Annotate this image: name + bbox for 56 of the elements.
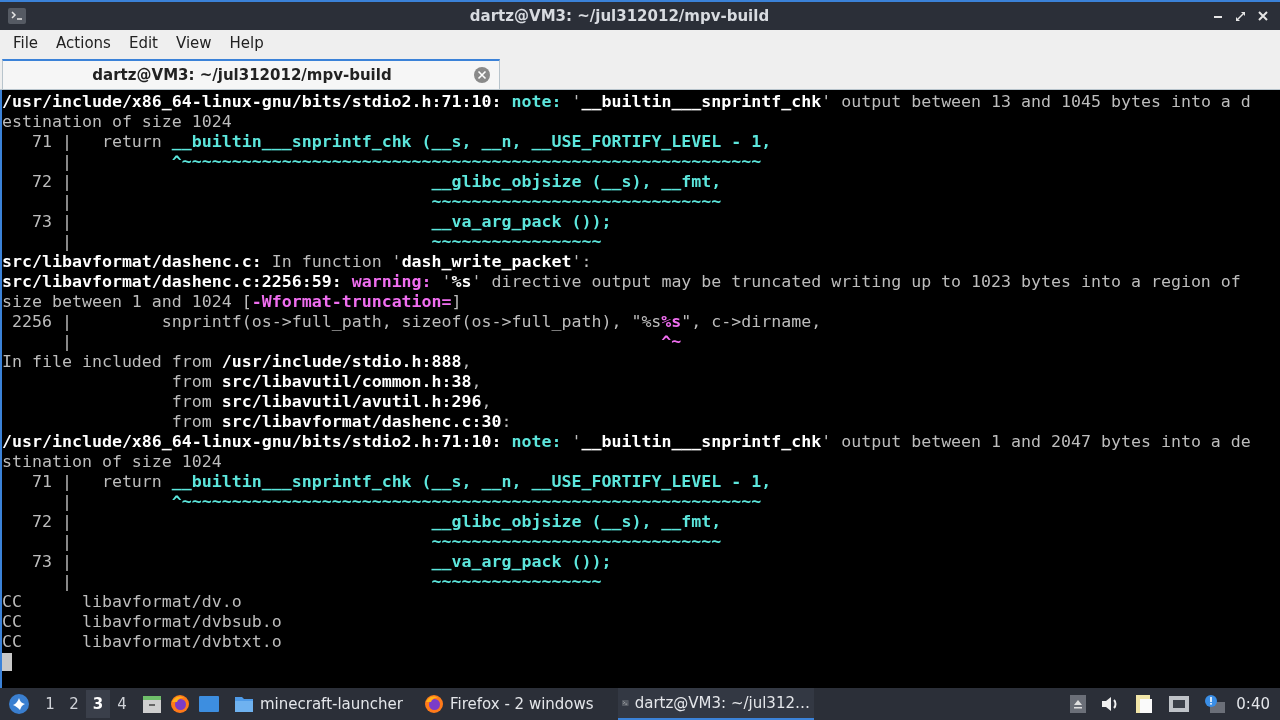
terminal-line: CC libavformat/dvbsub.o (2, 612, 282, 632)
terminal-line: from src/libavformat/dashenc.c:30: (170, 412, 512, 432)
terminal-line: src/libavformat/dashenc.c:2256:59: warning: '%s' directive output may be truncated writing up to 1023 bytes into a region of (2, 272, 1241, 292)
terminal-line: /usr/include/x86_64-linux-gnu/bits/stdio2.h:71:10: note: '__builtin___snprintf_chk' output between 13 and 1045 bytes into a d (2, 92, 1251, 112)
terminal-line: | ^~~~~~~~~~~~~~~~~~~~~~~~~~~~~~~~~~~~~~~~~~~~~~~~~~~~~~~~~~~ (60, 152, 762, 172)
file-cabinet-icon[interactable] (142, 694, 162, 714)
folder-icon (234, 695, 254, 713)
menu-item[interactable]: Actions (47, 31, 120, 55)
desktop-icon[interactable] (198, 695, 220, 713)
clock: 0:40 (1235, 693, 1271, 715)
firefox-icon[interactable] (170, 694, 190, 714)
terminal-line: In file included from /usr/include/stdio.h:888, (2, 352, 472, 372)
clipboard-icon[interactable] (1134, 693, 1155, 715)
menu-item[interactable]: File (4, 31, 48, 55)
terminal-line: stination of size 1024 (2, 452, 222, 472)
menu-item[interactable]: Edit (119, 31, 167, 55)
taskbar-button[interactable]: Firefox - 2 windows (420, 688, 618, 720)
terminal-line: CC libavformat/dvbtxt.o (2, 632, 282, 652)
terminal-icon (8, 8, 26, 24)
menu-item[interactable]: Help (220, 31, 273, 55)
terminal-line: estination of size 1024 (2, 112, 232, 132)
window-title: dartz@VM3: ~/jul312012/mpv-build (469, 5, 770, 27)
terminal-line: | ~~~~~~~~~~~~~~~~~ (60, 572, 602, 592)
terminal-line: 72 | __glibc_objsize (__s), __fmt, (30, 512, 722, 532)
workspace-button[interactable]: 2 (62, 690, 86, 718)
terminal-line: CC libavformat/dv.o (2, 592, 242, 612)
terminal-line: size between 1 and 1024 [-Wformat-truncation=] (2, 292, 462, 312)
workspace-button[interactable]: 1 (38, 690, 62, 718)
terminal-line: 72 | __glibc_objsize (__s), __fmt, (30, 172, 722, 192)
notification-icon[interactable] (1204, 694, 1227, 714)
terminal-line: | ~~~~~~~~~~~~~~~~~~~~~~~~~~~~~ (60, 192, 722, 212)
terminal-line: 2256 | snprintf(os->full_path, sizeof(os->full_path), "%s%s", c->dirname, (11, 312, 822, 332)
start-menu-icon[interactable] (8, 693, 30, 715)
workspace-button[interactable]: 3 (86, 690, 110, 718)
taskbar-button[interactable]: minecraft-launcher (230, 688, 420, 720)
terminal-line: | ^~~~~~~~~~~~~~~~~~~~~~~~~~~~~~~~~~~~~~~~~~~~~~~~~~~~~~~~~~~ (60, 492, 762, 512)
terminal-line: /usr/include/x86_64-linux-gnu/bits/stdio2.h:71:10: note: '__builtin___snprintf_chk' output between 1 and 2047 bytes into a de (2, 432, 1251, 452)
terminal-line: 73 | __va_arg_pack ()); (30, 552, 612, 572)
terminal-line: 71 | return __builtin___snprintf_chk (__s, __n, __USE_FORTIFY_LEVEL - 1, (30, 472, 772, 492)
terminal-line: | ^~ (60, 332, 682, 352)
taskbar-button[interactable]: dartz@VM3: ~/jul312… (618, 688, 814, 720)
terminal-line: | ~~~~~~~~~~~~~~~~~ (60, 232, 602, 252)
eject-icon[interactable] (1070, 695, 1087, 713)
firefox-icon (424, 694, 444, 714)
menu-item[interactable]: View (166, 31, 221, 55)
terminal-line: 71 | return __builtin___snprintf_chk (__s, __n, __USE_FORTIFY_LEVEL - 1, (30, 132, 772, 152)
terminal-tab[interactable]: dartz@VM3: ~/jul312012/mpv-build (2, 59, 500, 89)
terminal-line: src/libavformat/dashenc.c: In function 'dash_write_packet': (2, 252, 592, 272)
close-icon[interactable] (1258, 11, 1268, 21)
terminal-line: from src/libavutil/common.h:38, (170, 372, 482, 392)
network-icon[interactable] (1168, 695, 1191, 713)
terminal-line: from src/libavutil/avutil.h:296, (170, 392, 492, 412)
terminal-line: | ~~~~~~~~~~~~~~~~~~~~~~~~~~~~~ (60, 532, 722, 552)
maximize-icon[interactable] (1235, 10, 1246, 22)
workspace-button[interactable]: 4 (110, 690, 134, 718)
terminal-line: 73 | __va_arg_pack ()); (30, 212, 612, 232)
